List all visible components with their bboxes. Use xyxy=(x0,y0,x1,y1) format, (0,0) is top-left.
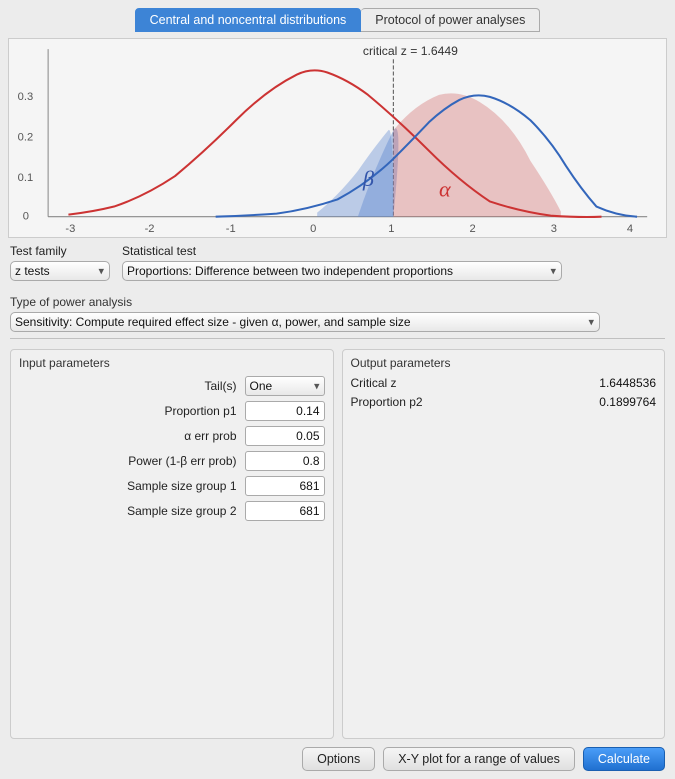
family-group: Test family z tests xyxy=(10,244,110,281)
power-row: Power (1-β err prob) xyxy=(19,451,325,471)
test-label: Statistical test xyxy=(122,244,562,258)
main-window: Central and noncentral distributions Pro… xyxy=(0,0,675,779)
proportion-p2-value: 0.1899764 xyxy=(599,395,656,409)
controls-area: Test family z tests Statistical test Pro… xyxy=(0,244,675,739)
sample-group2-input[interactable] xyxy=(245,501,325,521)
alpha-err-input[interactable] xyxy=(245,426,325,446)
xy-plot-button[interactable]: X-Y plot for a range of values xyxy=(383,747,575,771)
power-label: Power (1-β err prob) xyxy=(128,454,236,468)
power-analysis-label: Type of power analysis xyxy=(10,295,665,309)
proportion-p1-input[interactable] xyxy=(245,401,325,421)
tails-select-wrapper: One Two xyxy=(245,376,325,396)
proportion-p1-row: Proportion p1 xyxy=(19,401,325,421)
tails-label: Tail(s) xyxy=(205,379,237,393)
tails-row: Tail(s) One Two xyxy=(19,376,325,396)
test-group: Statistical test Proportions: Difference… xyxy=(122,244,562,281)
svg-text:2: 2 xyxy=(470,223,476,235)
family-test-row: Test family z tests Statistical test Pro… xyxy=(10,244,665,281)
tab-bar: Central and noncentral distributions Pro… xyxy=(0,0,675,38)
critical-z-row: Critical z 1.6448536 xyxy=(351,376,657,390)
svg-text:1: 1 xyxy=(388,223,394,235)
options-button[interactable]: Options xyxy=(302,747,375,771)
family-select[interactable]: z tests xyxy=(10,261,110,281)
critical-z-value: 1.6448536 xyxy=(599,376,656,390)
bottom-bar: Options X-Y plot for a range of values C… xyxy=(0,739,675,779)
sample-group2-row: Sample size group 2 xyxy=(19,501,325,521)
svg-text:0.3: 0.3 xyxy=(18,91,34,103)
power-select[interactable]: Sensitivity: Compute required effect siz… xyxy=(10,312,600,332)
input-params-title: Input parameters xyxy=(19,356,325,370)
proportion-p1-label: Proportion p1 xyxy=(164,404,236,418)
tails-select[interactable]: One Two xyxy=(245,376,325,396)
alpha-err-label: α err prob xyxy=(184,429,236,443)
svg-text:-1: -1 xyxy=(226,223,236,235)
svg-text:0.1: 0.1 xyxy=(18,172,34,184)
svg-text:critical z = 1.6449: critical z = 1.6449 xyxy=(363,44,458,58)
proportion-p2-label: Proportion p2 xyxy=(351,395,423,409)
test-select-wrapper: Proportions: Difference between two inde… xyxy=(122,261,562,281)
svg-text:0: 0 xyxy=(310,223,316,235)
power-analysis-group: Type of power analysis Sensitivity: Comp… xyxy=(10,289,665,332)
critical-z-label: Critical z xyxy=(351,376,397,390)
proportion-p2-row: Proportion p2 0.1899764 xyxy=(351,395,657,409)
test-select[interactable]: Proportions: Difference between two inde… xyxy=(122,261,562,281)
family-select-wrapper: z tests xyxy=(10,261,110,281)
power-select-wrapper: Sensitivity: Compute required effect siz… xyxy=(10,312,600,332)
sample-group1-row: Sample size group 1 xyxy=(19,476,325,496)
alpha-err-row: α err prob xyxy=(19,426,325,446)
svg-text:β: β xyxy=(362,166,375,191)
tab-distributions[interactable]: Central and noncentral distributions xyxy=(135,8,362,32)
sample-group2-label: Sample size group 2 xyxy=(127,504,236,518)
svg-text:4: 4 xyxy=(627,223,633,235)
params-section: Input parameters Tail(s) One Two Proport… xyxy=(10,349,665,739)
output-params-title: Output parameters xyxy=(351,356,657,370)
family-label: Test family xyxy=(10,244,110,258)
svg-text:α: α xyxy=(439,176,452,201)
tab-protocol[interactable]: Protocol of power analyses xyxy=(361,8,540,32)
chart-area: critical z = 1.6449 0.3 0.2 0.1 0 -3 -2 … xyxy=(8,38,667,238)
svg-text:0.2: 0.2 xyxy=(18,132,34,144)
divider xyxy=(10,338,665,339)
output-params-panel: Output parameters Critical z 1.6448536 P… xyxy=(342,349,666,739)
sample-group1-label: Sample size group 1 xyxy=(127,479,236,493)
sample-group1-input[interactable] xyxy=(245,476,325,496)
calculate-button[interactable]: Calculate xyxy=(583,747,665,771)
svg-text:-2: -2 xyxy=(145,223,155,235)
power-input[interactable] xyxy=(245,451,325,471)
input-params-panel: Input parameters Tail(s) One Two Proport… xyxy=(10,349,334,739)
svg-text:3: 3 xyxy=(551,223,557,235)
svg-text:-3: -3 xyxy=(65,223,75,235)
svg-text:0: 0 xyxy=(23,211,29,223)
